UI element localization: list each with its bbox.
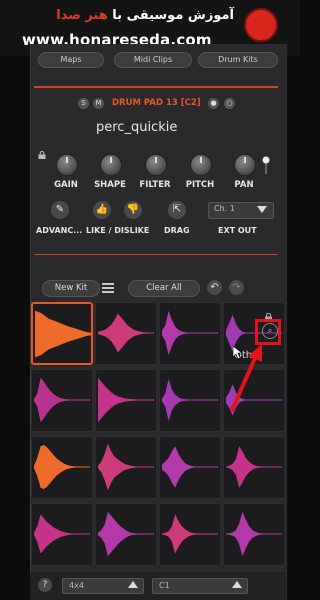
waveform-shape xyxy=(162,310,218,356)
waveform-shape xyxy=(98,511,154,557)
drum-pad[interactable] xyxy=(31,503,93,566)
waveform-shape xyxy=(98,443,154,491)
gain-label: GAIN xyxy=(54,180,78,190)
clear-all-button[interactable]: Clear All xyxy=(128,280,200,297)
new-kit-button[interactable]: New Kit xyxy=(42,280,100,297)
pan-label: PAN xyxy=(234,180,254,190)
waveform-shape xyxy=(34,444,90,490)
mute-button[interactable]: M xyxy=(93,98,104,109)
advanced-pencil-icon[interactable]: ✎ xyxy=(51,201,69,219)
menu-icon[interactable] xyxy=(102,283,114,295)
drum-pad[interactable] xyxy=(159,369,221,432)
waveform-icon xyxy=(98,313,154,353)
drag-export-icon[interactable]: ⇱ xyxy=(168,201,186,219)
note-value: C1 xyxy=(159,581,170,590)
filter-label: FILTER xyxy=(139,180,171,190)
waveform-icon xyxy=(98,511,154,557)
dislike-thumb-down-icon[interactable]: 👎 xyxy=(124,201,142,219)
waveform-icon xyxy=(226,446,282,488)
undo-icon[interactable]: ↶ xyxy=(207,280,222,295)
gain-knob[interactable] xyxy=(56,154,78,176)
waveform-shape xyxy=(162,379,218,421)
drum-pad[interactable] xyxy=(159,436,221,499)
waveform-icon xyxy=(34,444,90,490)
shape-label: SHAPE xyxy=(94,180,126,190)
waveform-icon xyxy=(162,310,218,356)
waveform-shape xyxy=(34,514,90,554)
section-divider xyxy=(34,86,278,88)
waveform-icon xyxy=(34,514,90,554)
drum-pad[interactable] xyxy=(31,302,93,365)
lock-icon[interactable] xyxy=(38,151,46,159)
waveform-shape xyxy=(162,514,218,554)
pad-output-icon[interactable]: ○ xyxy=(224,98,235,109)
advanced-label: ADVANC... xyxy=(36,226,83,235)
tab-midi-clips[interactable]: Midi Clips xyxy=(114,52,192,68)
solo-button[interactable]: S xyxy=(78,98,89,109)
pitch-knob[interactable] xyxy=(190,154,212,176)
tab-drum-kits[interactable]: Drum Kits xyxy=(198,52,278,68)
waveform-shape xyxy=(35,310,91,358)
waveform-icon xyxy=(162,514,218,554)
waveform-shape xyxy=(34,377,90,423)
ext-out-label: EXT OUT xyxy=(218,226,257,235)
waveform-shape xyxy=(226,446,282,488)
drum-pad[interactable] xyxy=(159,302,221,365)
drum-pad[interactable] xyxy=(159,503,221,566)
like-thumb-up-icon[interactable]: 👍 xyxy=(93,201,111,219)
help-button[interactable]: ? xyxy=(38,578,52,592)
banner-title-text: آموزش موسیقی با xyxy=(112,8,234,23)
waveform-shape xyxy=(98,377,154,423)
pad-settings-icon[interactable]: ● xyxy=(208,98,219,109)
pitch-label: PITCH xyxy=(185,180,215,190)
chevron-up-icon[interactable] xyxy=(128,581,138,588)
tab-maps[interactable]: Maps xyxy=(38,52,104,68)
drag-label: DRAG xyxy=(164,226,190,235)
waveform-icon xyxy=(35,310,91,358)
drum-pad[interactable] xyxy=(95,369,157,432)
shape-knob[interactable] xyxy=(100,154,122,176)
waveform-icon xyxy=(226,511,282,557)
drum-pad[interactable] xyxy=(95,436,157,499)
drum-pad[interactable] xyxy=(223,436,285,499)
grid-size-value: 4x4 xyxy=(69,581,84,590)
waveform-shape xyxy=(226,511,282,557)
waveform-icon xyxy=(162,379,218,421)
drum-pad[interactable] xyxy=(31,369,93,432)
chevron-up-icon[interactable] xyxy=(232,581,242,588)
level-slider[interactable] xyxy=(262,156,270,174)
chevron-down-icon[interactable] xyxy=(257,206,267,213)
drum-pad[interactable] xyxy=(95,503,157,566)
brand-logo-icon xyxy=(244,8,278,42)
pan-knob[interactable] xyxy=(234,154,256,176)
waveform-icon xyxy=(98,377,154,423)
filter-knob[interactable] xyxy=(145,154,167,176)
drum-pad[interactable] xyxy=(95,302,157,365)
like-dislike-label: LIKE / DISLIKE xyxy=(86,226,150,235)
drum-pad[interactable] xyxy=(223,503,285,566)
section-divider xyxy=(34,254,278,255)
drum-pad[interactable] xyxy=(31,436,93,499)
banner-brand: هنر صدا xyxy=(56,8,108,23)
pad-title: DRUM PAD 13 [C2] xyxy=(112,98,201,108)
waveform-icon xyxy=(34,377,90,423)
preset-name: perc_quickie xyxy=(96,120,178,135)
waveform-shape xyxy=(162,446,218,488)
annotation-arrow-icon xyxy=(230,344,262,412)
waveform-icon xyxy=(162,446,218,488)
waveform-icon xyxy=(98,443,154,491)
channel-value: Ch. 1 xyxy=(214,204,235,213)
redo-icon[interactable]: ↷ xyxy=(229,280,244,295)
banner-title: آموزش موسیقی با هنر صدا xyxy=(56,8,234,23)
waveform-shape xyxy=(98,313,154,353)
